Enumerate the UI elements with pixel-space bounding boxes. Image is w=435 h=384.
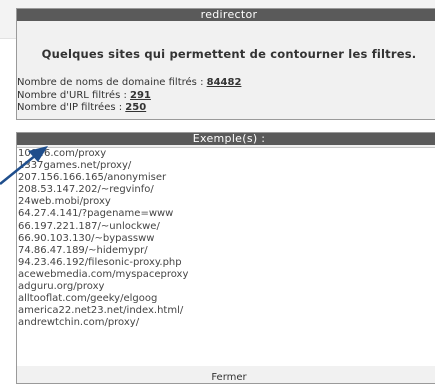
panel-subtitle: Quelques sites qui permettent de contour… (41, 47, 417, 61)
examples-title: Exemple(s) : (17, 133, 435, 145)
example-item: 1337games.net/proxy/ (18, 160, 132, 172)
example-item: 207.156.166.165/anonymiser (18, 172, 167, 184)
close-button[interactable]: Fermer (17, 372, 435, 383)
example-item: 66.90.103.130/~bypassww (18, 232, 155, 244)
example-item: 208.53.147.202/~regvinfo/ (18, 184, 154, 196)
example-item: 24web.mobi/proxy (18, 196, 111, 208)
example-item: adguru.org/proxy (18, 281, 105, 293)
examples-list[interactable]: 100ff6.com/proxy 1337games.net/proxy/207.… (17, 147, 435, 366)
example-item: andrewtchin.com/proxy/ (18, 317, 140, 329)
arrow-pointer-icon (0, 146, 48, 185)
stat-domains-value: 84482 (206, 77, 242, 88)
examples-panel: Exemple(s) : 100ff6.com/proxy 1337games.n… (16, 132, 435, 384)
stats-block: Nombre de noms de domaine filtrés : 8448… (17, 77, 435, 115)
redirector-panel: redirector Quelques sites qui permettent… (16, 8, 435, 120)
stat-urls-value: 291 (130, 89, 151, 101)
stat-ips-label: Nombre d'IP filtrées : (17, 102, 126, 113)
example-item: america22.net23.net/index.html/ (18, 305, 184, 317)
stat-ips: Nombre d'IP filtrées : 250 (17, 102, 435, 115)
stat-domains: Nombre de noms de domaine filtrés : 8448… (17, 77, 435, 90)
stat-ips-value: 250 (125, 102, 147, 113)
panel-title: redirector (17, 9, 435, 21)
example-item: 74.86.47.189/~hidemypr/ (18, 244, 148, 256)
example-item: 94.23.46.192/filesonic-proxy.php (18, 256, 182, 268)
example-item: 100ff6.com/proxy (18, 148, 107, 159)
stat-urls-label: Nombre d'URL filtrés : (17, 89, 131, 101)
example-item: alltooflat.com/geeky/elgoog (18, 293, 158, 305)
stat-domains-label: Nombre de noms de domaine filtrés : (17, 77, 207, 88)
example-item: 66.197.221.187/~unlockwe/ (18, 220, 160, 232)
example-item: acewebmedia.com/myspaceproxy (18, 268, 189, 280)
example-item: 64.27.4.141/?pagename=www (18, 208, 174, 220)
stat-urls: Nombre d'URL filtrés : 291 (17, 90, 435, 103)
